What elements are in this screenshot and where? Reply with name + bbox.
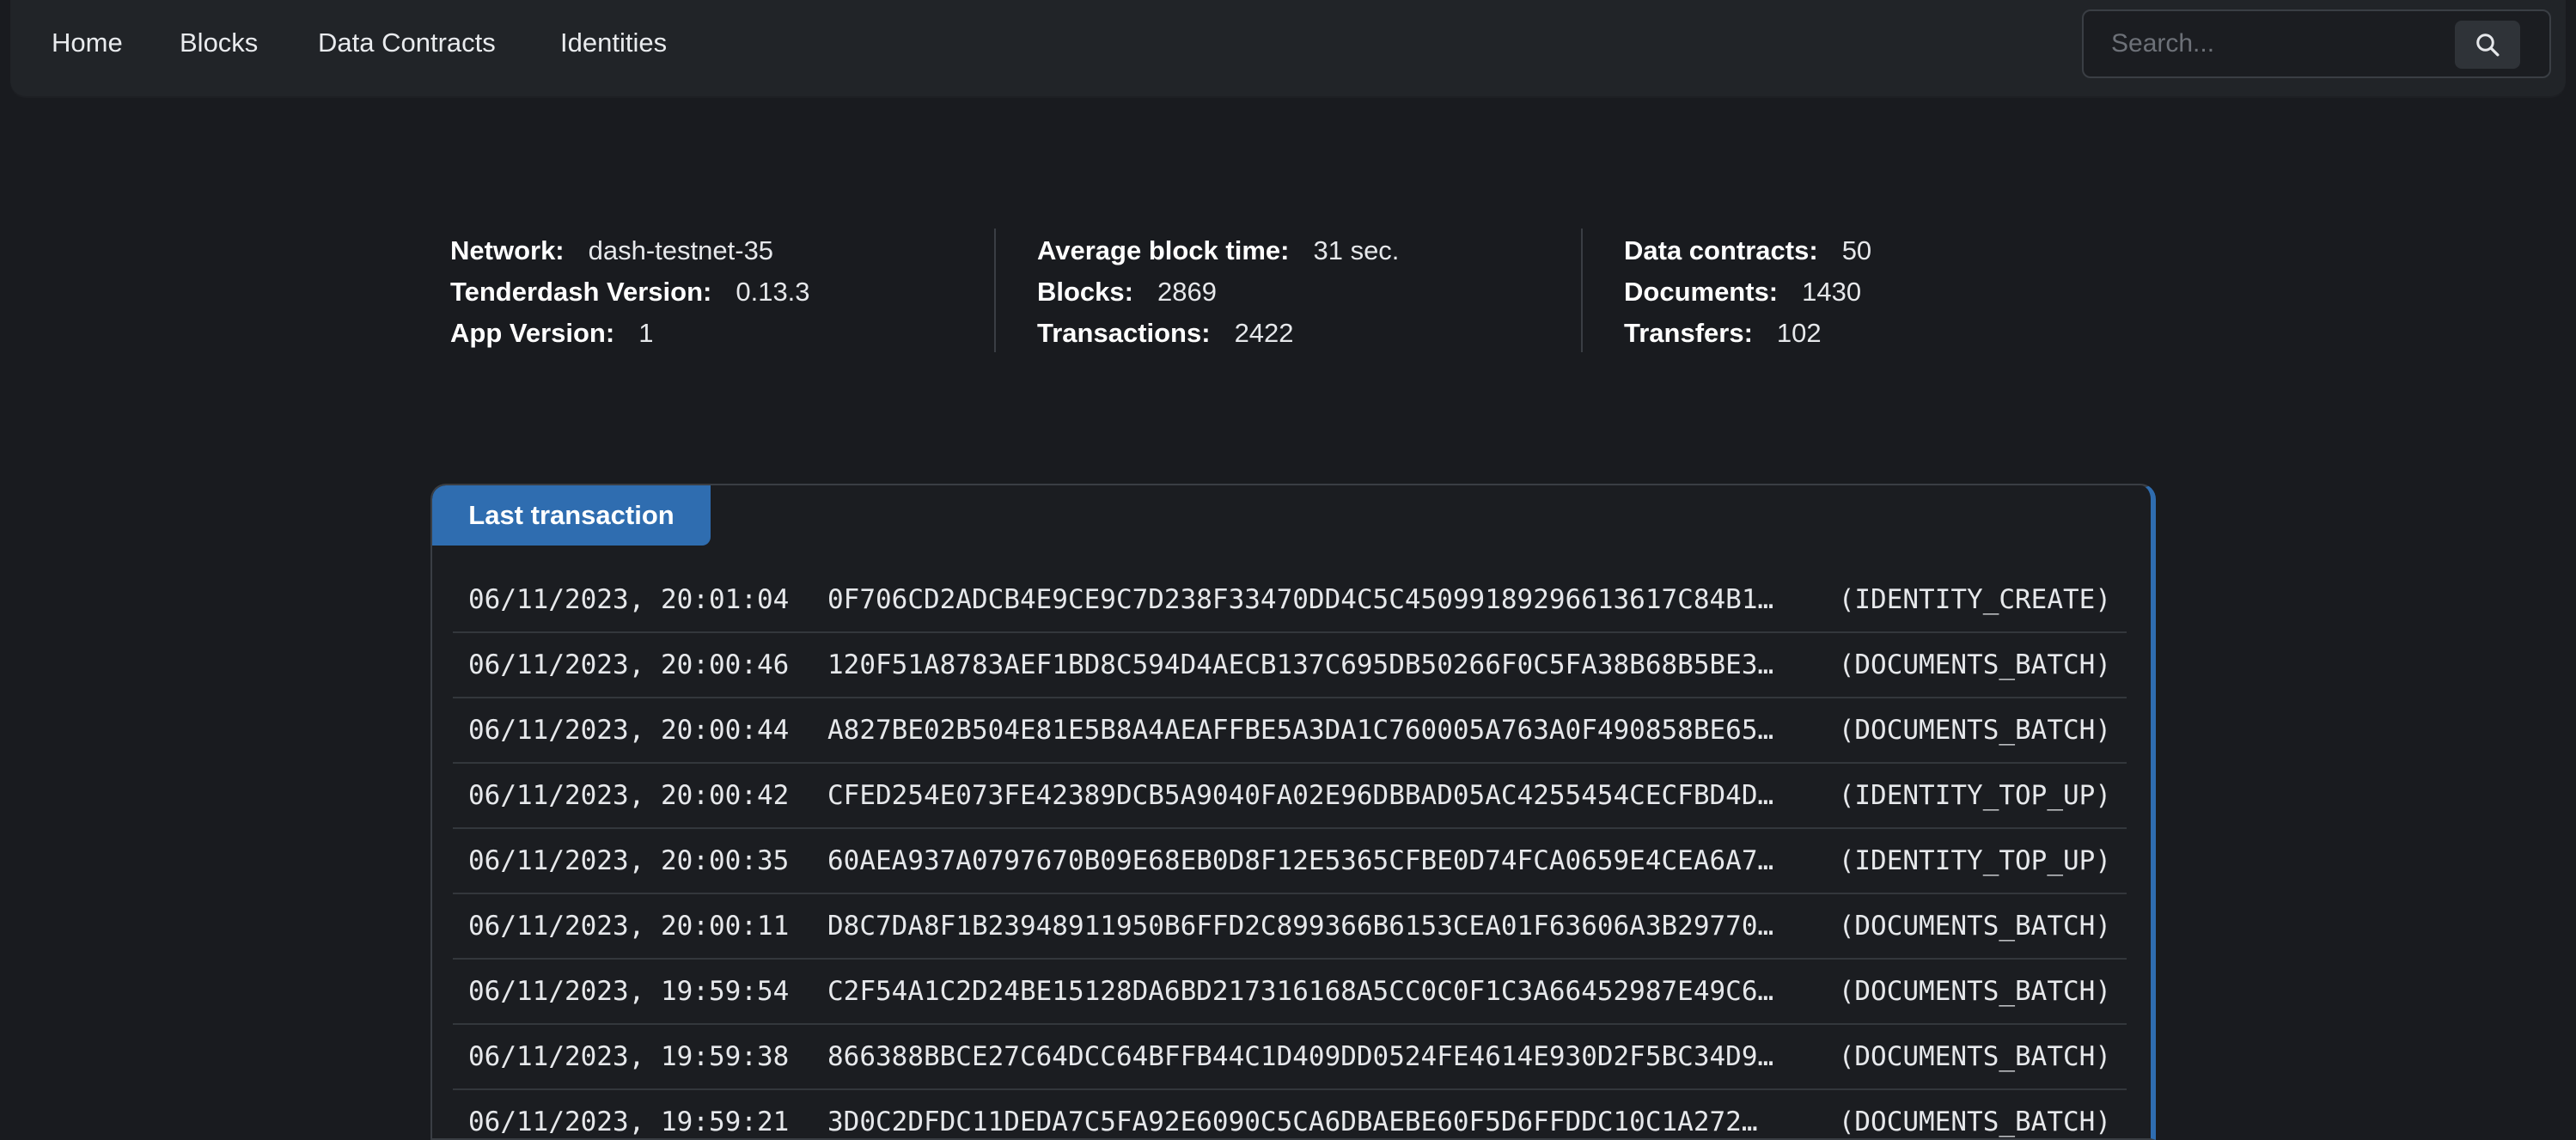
stat-network: Network: dash-testnet-35 [450,230,810,271]
nav-home[interactable]: Home [52,26,123,60]
stat-blocks: Blocks: 2869 [1037,271,1399,313]
transaction-row[interactable]: 06/11/2023, 19:59:21 3D0C2DFDC11DEDA7C5FA… [453,1090,2127,1138]
search-button[interactable] [2455,21,2520,69]
top-navbar: Home Blocks Data Contracts Identities [10,0,2566,96]
transaction-row[interactable]: 06/11/2023, 20:00:42 CFED254E073FE42389DC… [453,764,2127,829]
stat-label: App Version: [450,318,615,348]
stat-value: 2869 [1157,277,1217,307]
stat-data-contracts: Data contracts: 50 [1624,230,1871,271]
transaction-row[interactable]: 06/11/2023, 20:00:35 60AEA937A0797670B09E… [453,829,2127,894]
transaction-time: 06/11/2023, 20:00:46 [468,649,790,680]
transaction-hash: C2F54A1C2D24BE15128DA6BD217316168A5CC0C0… [827,976,1774,1007]
stat-value: 2422 [1234,318,1294,348]
transaction-type: (IDENTITY_CREATE) [1838,584,2111,615]
transaction-time: 06/11/2023, 20:00:44 [468,715,790,746]
stat-value: 50 [1841,235,1872,265]
transaction-time: 06/11/2023, 20:00:35 [468,845,790,876]
nav-blocks[interactable]: Blocks [180,26,258,60]
transaction-hash: 60AEA937A0797670B09E68EB0D8F12E5365CFBE0… [827,845,1774,876]
stat-label: Blocks: [1037,277,1133,307]
last-transactions-card: Last transaction 06/11/2023, 20:01:04 0F7… [430,484,2156,1140]
stat-tenderdash-version: Tenderdash Version: 0.13.3 [450,271,810,313]
stat-transfers: Transfers: 102 [1624,313,1871,354]
transaction-hash: 120F51A8783AEF1BD8C594D4AECB137C695DB502… [827,649,1774,680]
transaction-time: 06/11/2023, 20:01:04 [468,584,790,615]
stat-label: Network: [450,235,565,265]
transaction-type: (DOCUMENTS_BATCH) [1838,976,2111,1007]
transaction-type: (IDENTITY_TOP_UP) [1838,780,2111,811]
transaction-row[interactable]: 06/11/2023, 20:00:46 120F51A8783AEF1BD8C5… [453,633,2127,698]
transaction-type: (DOCUMENTS_BATCH) [1838,649,2111,680]
transaction-row[interactable]: 06/11/2023, 20:00:11 D8C7DA8F1B2394891195… [453,894,2127,960]
stat-value: dash-testnet-35 [588,235,774,265]
transaction-hash: 3D0C2DFDC11DEDA7C5FA92E6090C5CA6DBAEBE60… [827,1106,1758,1137]
stat-app-version: App Version: 1 [450,313,810,354]
stat-label: Transactions: [1037,318,1211,348]
stat-documents: Documents: 1430 [1624,271,1871,313]
search-icon [2476,34,2500,57]
stats-divider [1581,229,1583,352]
transaction-type: (DOCUMENTS_BATCH) [1838,911,2111,942]
stat-value: 1 [638,318,654,348]
transaction-type: (DOCUMENTS_BATCH) [1838,1041,2111,1072]
stats-column-blocks: Average block time: 31 sec. Blocks: 2869 T… [1037,230,1399,354]
transaction-time: 06/11/2023, 20:00:42 [468,780,790,811]
transaction-row[interactable]: 06/11/2023, 20:00:44 A827BE02B504E81E5B8A… [453,698,2127,764]
stat-transactions: Transactions: 2422 [1037,313,1399,354]
stats-column-documents: Data contracts: 50 Documents: 1430 Transfe… [1624,230,1871,354]
stat-value: 0.13.3 [736,277,810,307]
transactions-list: 06/11/2023, 20:01:04 0F706CD2ADCB4E9CE9C7… [453,568,2127,1138]
transaction-hash: 866388BBCE27C64DCC64BFFB44C1D409DD0524FE… [827,1041,1774,1072]
nav-identities[interactable]: Identities [560,26,667,60]
last-transactions-title: Last transaction [432,485,711,546]
stat-value: 102 [1776,318,1822,348]
transaction-hash: A827BE02B504E81E5B8A4AEAFFBE5A3DA1C76000… [827,715,1774,746]
stat-label: Average block time: [1037,235,1290,265]
transaction-type: (DOCUMENTS_BATCH) [1838,715,2111,746]
search-input[interactable] [2109,23,2439,64]
stats-divider [994,229,996,352]
transaction-type: (DOCUMENTS_BATCH) [1838,1106,2111,1137]
transaction-time: 06/11/2023, 19:59:54 [468,976,790,1007]
transaction-type: (IDENTITY_TOP_UP) [1838,845,2111,876]
stats-column-network: Network: dash-testnet-35 Tenderdash Versi… [450,230,810,354]
search-box [2082,9,2551,78]
transaction-hash: D8C7DA8F1B23948911950B6FFD2C899366B6153C… [827,911,1774,942]
stat-label: Tenderdash Version: [450,277,712,307]
transaction-row[interactable]: 06/11/2023, 20:01:04 0F706CD2ADCB4E9CE9C7… [453,568,2127,633]
stat-label: Data contracts: [1624,235,1818,265]
stat-label: Documents: [1624,277,1779,307]
transaction-row[interactable]: 06/11/2023, 19:59:38 866388BBCE27C64DCC64… [453,1025,2127,1090]
stat-average-block-time: Average block time: 31 sec. [1037,230,1399,271]
stat-label: Transfers: [1624,318,1753,348]
transaction-hash: 0F706CD2ADCB4E9CE9C7D238F33470DD4C5C4509… [827,584,1774,615]
transaction-time: 06/11/2023, 20:00:11 [468,911,790,942]
stat-value: 31 sec. [1313,235,1400,265]
transaction-time: 06/11/2023, 19:59:21 [468,1106,790,1137]
transaction-row[interactable]: 06/11/2023, 19:59:54 C2F54A1C2D24BE15128D… [453,960,2127,1025]
transaction-time: 06/11/2023, 19:59:38 [468,1041,790,1072]
stat-value: 1430 [1802,277,1862,307]
transaction-hash: CFED254E073FE42389DCB5A9040FA02E96DBBAD0… [827,780,1774,811]
nav-data-contracts[interactable]: Data Contracts [318,26,496,60]
